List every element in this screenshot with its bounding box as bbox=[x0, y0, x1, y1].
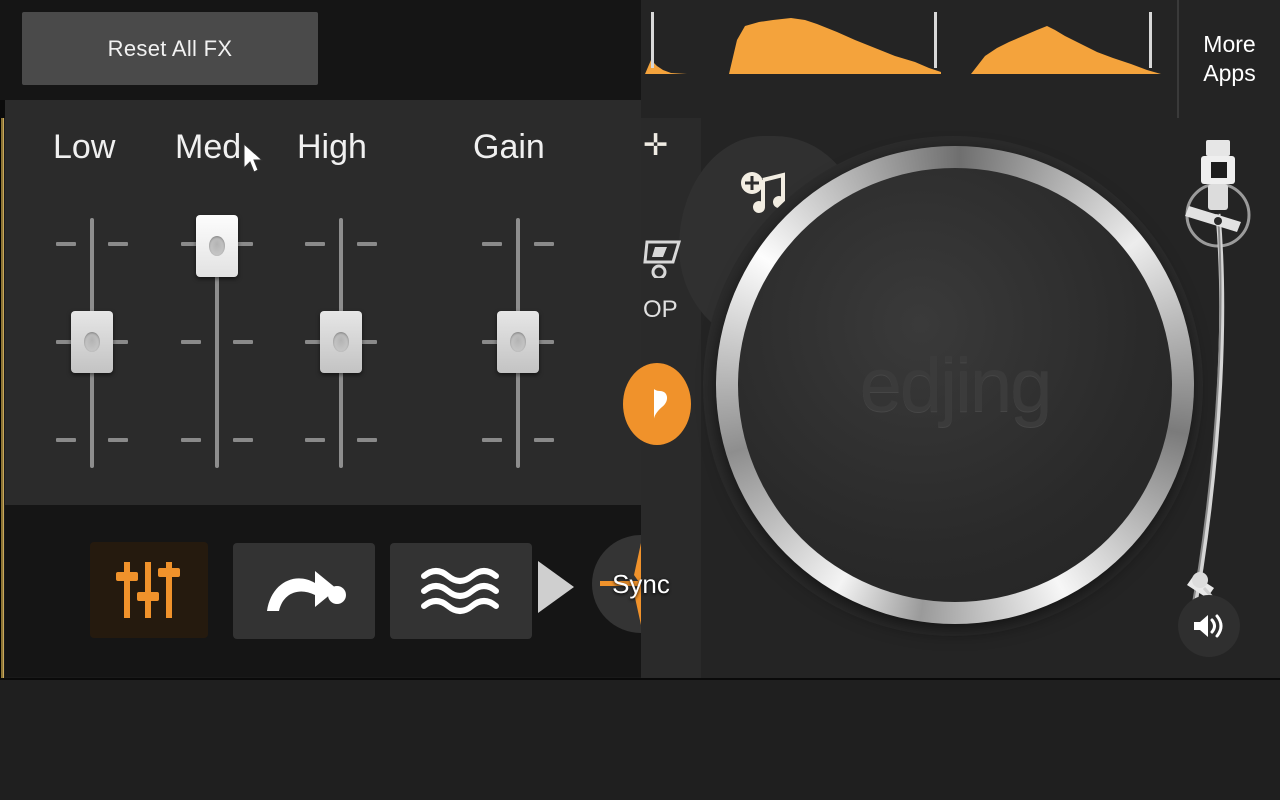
handle-dimple bbox=[510, 332, 526, 352]
handle-dimple bbox=[84, 332, 100, 352]
loop-button[interactable] bbox=[643, 236, 683, 283]
equalizer-fx-button[interactable] bbox=[90, 542, 208, 638]
filter-button[interactable] bbox=[390, 543, 532, 639]
cue-icon bbox=[654, 389, 668, 419]
fx-eq-panel: Low Med High Gain bbox=[5, 100, 641, 505]
eq-labels: Low Med High Gain bbox=[5, 128, 641, 178]
volume-button[interactable] bbox=[1178, 595, 1240, 657]
sync-label: Sync bbox=[612, 568, 670, 599]
eq-slider-low[interactable] bbox=[43, 218, 139, 468]
slider-handle[interactable] bbox=[497, 311, 539, 373]
eq-label-high: High bbox=[297, 128, 367, 166]
loop-roll-button[interactable] bbox=[233, 543, 375, 639]
waveform-display[interactable] bbox=[641, 0, 1177, 118]
equalizer-icon bbox=[116, 562, 180, 618]
wave-filter-icon bbox=[421, 568, 499, 614]
more-apps-button[interactable]: More Apps bbox=[1177, 0, 1280, 118]
cue-marker bbox=[934, 12, 937, 68]
cue-button[interactable] bbox=[623, 363, 691, 445]
slider-handle[interactable] bbox=[320, 311, 362, 373]
loop-arrow-icon bbox=[267, 571, 346, 611]
eq-label-med: Med bbox=[175, 128, 242, 166]
platter-surface[interactable]: edjing bbox=[738, 168, 1172, 602]
handle-dimple bbox=[209, 236, 225, 256]
waveform-svg bbox=[645, 18, 1161, 74]
bottom-transport-bar: FX Pitch Pitch FX bbox=[0, 678, 1280, 800]
fx-panel-header: Reset All FX bbox=[0, 0, 641, 100]
reset-all-fx-button[interactable]: Reset All FX bbox=[22, 12, 318, 85]
handle-dimple bbox=[333, 332, 349, 352]
eq-sliders bbox=[5, 215, 641, 468]
slider-handle[interactable] bbox=[71, 311, 113, 373]
platter-brand-label: edjing bbox=[859, 342, 1053, 428]
eq-slider-med[interactable] bbox=[168, 215, 264, 468]
cue-marker bbox=[651, 12, 654, 68]
eq-label-gain: Gain bbox=[473, 128, 545, 166]
eq-slider-high[interactable] bbox=[292, 218, 388, 468]
loop-label: OP bbox=[643, 296, 678, 323]
loop-icon bbox=[643, 240, 682, 280]
volume-icon bbox=[1194, 614, 1223, 638]
cue-marker bbox=[1149, 12, 1152, 68]
platter-chrome-ring[interactable]: edjing bbox=[716, 146, 1194, 624]
fx-play-button[interactable] bbox=[538, 561, 574, 613]
edjing-dj-app: Reset All FX More Apps Low Med High Gain bbox=[0, 0, 1280, 800]
eq-label-low: Low bbox=[53, 128, 116, 166]
bluetooth-icon[interactable]: ✛ bbox=[643, 128, 668, 163]
slider-handle[interactable] bbox=[196, 215, 238, 277]
more-apps-line2: Apps bbox=[1203, 60, 1256, 86]
turntable-deck: ✛ OP edjing bbox=[623, 118, 1280, 678]
more-apps-line1: More bbox=[1203, 31, 1256, 58]
eq-slider-gain[interactable] bbox=[469, 218, 565, 468]
